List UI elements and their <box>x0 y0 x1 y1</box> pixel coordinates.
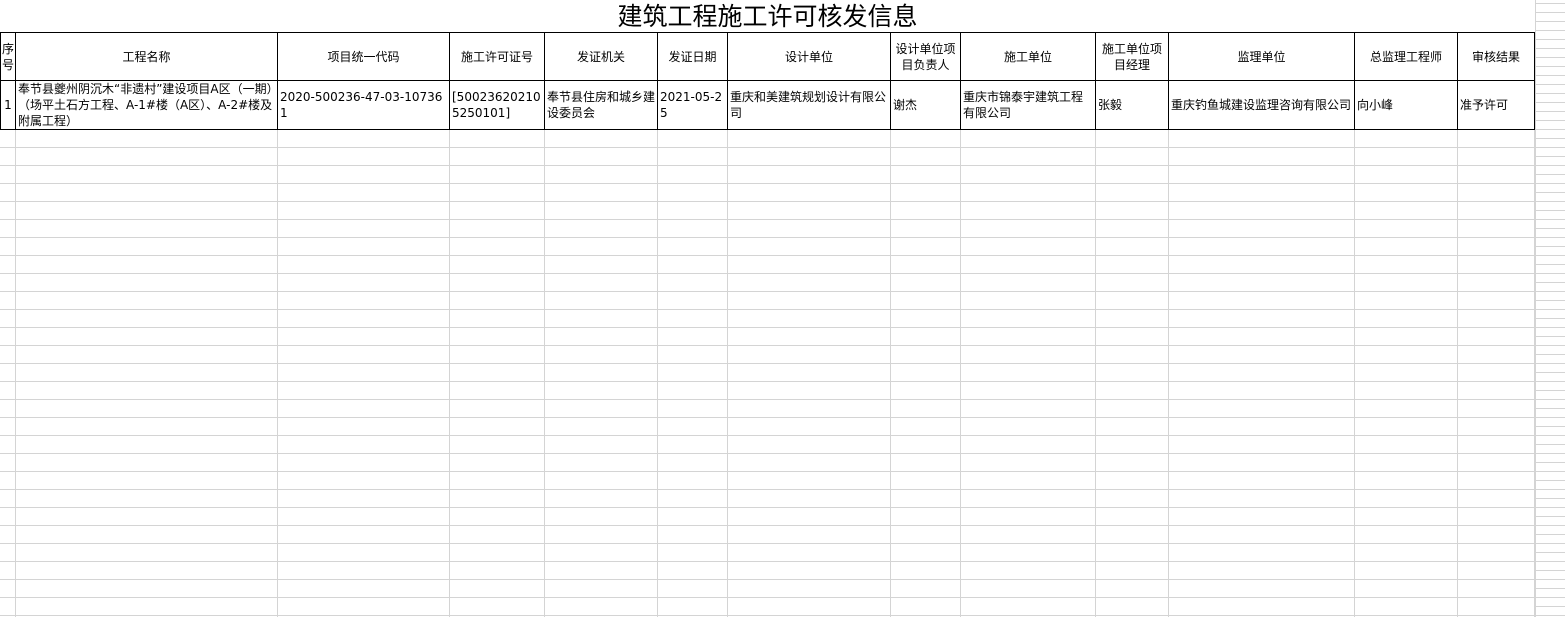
header-cell-index[interactable]: 序号 <box>0 32 16 81</box>
empty-column <box>1535 0 1565 617</box>
cell-issuing-authority[interactable]: 奉节县住房和城乡建设委员会 <box>544 80 658 130</box>
header-cell-design-lead[interactable]: 设计单位项目负责人 <box>890 32 961 81</box>
cell-index[interactable]: 1 <box>0 80 16 130</box>
spreadsheet: 建筑工程施工许可核发信息 序号 工程名称 项目统一代码 施工许可证号 发证机关 … <box>0 0 1565 617</box>
header-cell-project-name[interactable]: 工程名称 <box>15 32 278 81</box>
table-row: 1 奉节县夔州阴沉木“非遗村”建设项目A区（一期）（场平土石方工程、A-1#楼（… <box>0 80 1535 130</box>
header-cell-supervision-unit[interactable]: 监理单位 <box>1168 32 1355 81</box>
header-cell-chief-supervisor[interactable]: 总监理工程师 <box>1354 32 1458 81</box>
grid-line <box>15 128 16 617</box>
cell-issue-date[interactable]: 2021-05-25 <box>657 80 728 130</box>
cell-review-result[interactable]: 准予许可 <box>1457 80 1535 130</box>
header-cell-project-code[interactable]: 项目统一代码 <box>277 32 450 81</box>
cell-project-code[interactable]: 2020-500236-47-03-107361 <box>277 80 450 130</box>
grid-line <box>544 128 545 617</box>
cell-chief-supervisor[interactable]: 向小峰 <box>1354 80 1458 130</box>
grid-line <box>727 128 728 617</box>
grid-line <box>277 128 278 617</box>
cell-design-unit[interactable]: 重庆和美建筑规划设计有限公司 <box>727 80 891 130</box>
grid-line <box>1354 128 1355 617</box>
cell-project-name[interactable]: 奉节县夔州阴沉木“非遗村”建设项目A区（一期）（场平土石方工程、A-1#楼（A区… <box>15 80 278 130</box>
sheet-title: 建筑工程施工许可核发信息 <box>0 0 1535 32</box>
header-cell-construction-unit[interactable]: 施工单位 <box>960 32 1096 81</box>
header-cell-construction-manager[interactable]: 施工单位项目经理 <box>1095 32 1169 81</box>
header-cell-design-unit[interactable]: 设计单位 <box>727 32 891 81</box>
grid-line <box>1457 128 1458 617</box>
cell-permit-number[interactable]: [500236202105250101] <box>449 80 545 130</box>
grid-line <box>1095 128 1096 617</box>
cell-supervision-unit[interactable]: 重庆钓鱼城建设监理咨询有限公司 <box>1168 80 1355 130</box>
header-cell-issue-date[interactable]: 发证日期 <box>657 32 728 81</box>
grid-line <box>960 128 961 617</box>
grid-line <box>1168 128 1169 617</box>
grid-line <box>890 128 891 617</box>
grid-line <box>449 128 450 617</box>
header-cell-review-result[interactable]: 审核结果 <box>1457 32 1535 81</box>
cell-construction-unit[interactable]: 重庆市锦泰宇建筑工程有限公司 <box>960 80 1096 130</box>
grid-line <box>657 128 658 617</box>
cell-construction-manager[interactable]: 张毅 <box>1095 80 1169 130</box>
header-row: 序号 工程名称 项目统一代码 施工许可证号 发证机关 发证日期 设计单位 设计单… <box>0 32 1535 81</box>
header-cell-issuing-authority[interactable]: 发证机关 <box>544 32 658 81</box>
cell-design-lead[interactable]: 谢杰 <box>890 80 961 130</box>
header-cell-permit-number[interactable]: 施工许可证号 <box>449 32 545 81</box>
permit-table: 序号 工程名称 项目统一代码 施工许可证号 发证机关 发证日期 设计单位 设计单… <box>0 32 1535 130</box>
